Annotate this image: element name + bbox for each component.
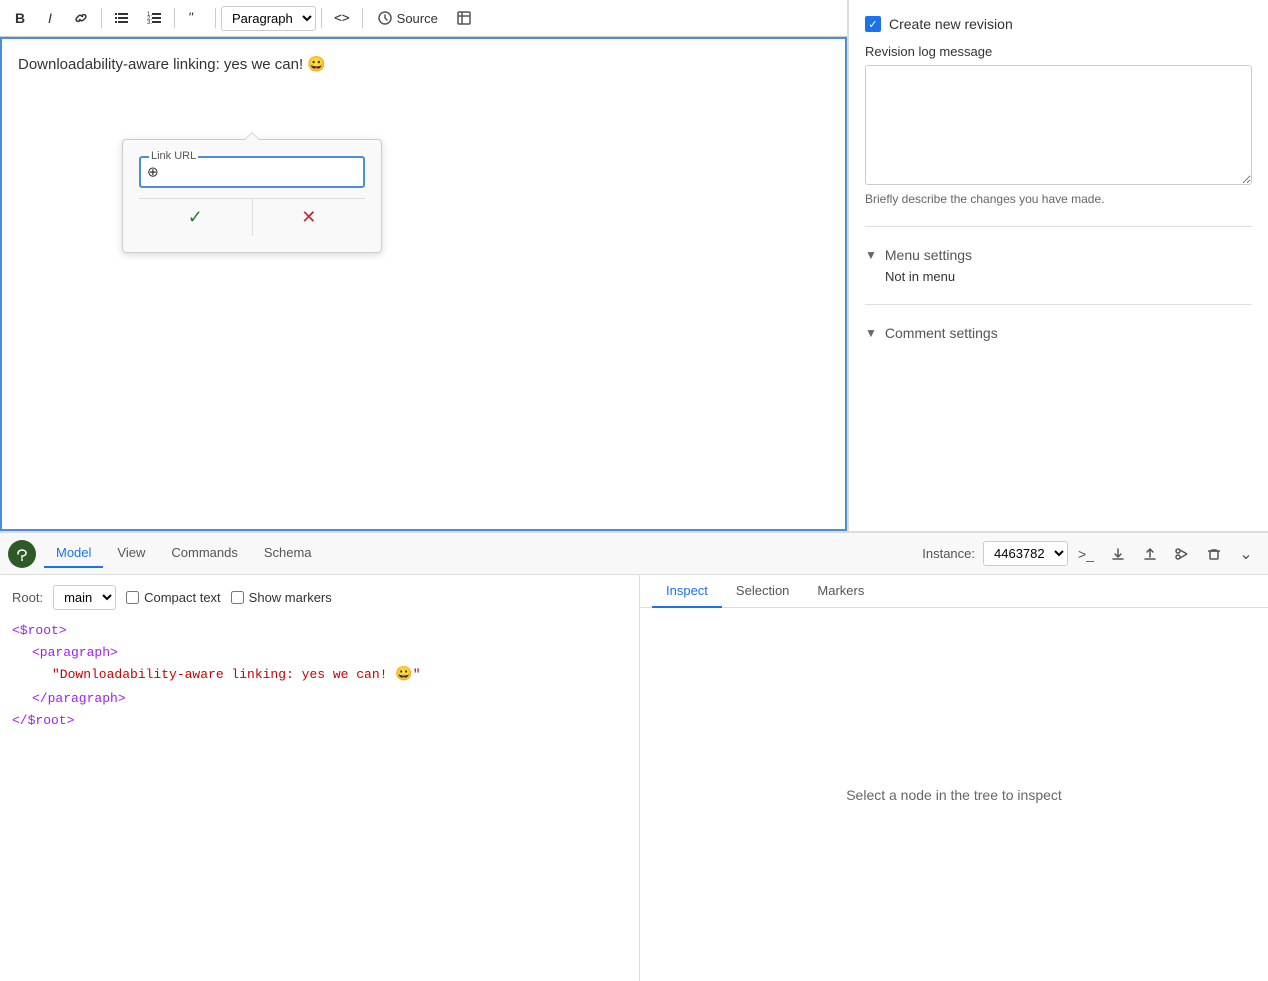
- toolbar-divider-1: [101, 8, 102, 28]
- bottom-toolbar: Model View Commands Schema Instance: 446…: [0, 533, 1268, 575]
- bullet-list-button[interactable]: [107, 4, 137, 32]
- link-url-input[interactable]: [149, 164, 355, 180]
- expand-icon: ⌄: [1239, 544, 1252, 564]
- inspect-tab-inspect[interactable]: Inspect: [652, 575, 722, 608]
- inspect-tabs: Inspect Selection Markers: [640, 575, 1268, 608]
- terminal-button[interactable]: >_: [1072, 540, 1100, 568]
- link-popup-actions: ✓ ✕: [139, 198, 365, 236]
- scissors-button[interactable]: [1168, 540, 1196, 568]
- link-url-field: Link URL ⊕: [139, 156, 365, 188]
- sidebar-divider-1: [865, 226, 1252, 227]
- toolbar-divider-2: [174, 8, 175, 28]
- instance-label: Instance:: [922, 546, 975, 561]
- sidebar-divider-2: [865, 304, 1252, 305]
- root-label: Root:: [12, 590, 43, 605]
- blockquote-button[interactable]: ": [180, 4, 210, 32]
- inspect-tab-markers[interactable]: Markers: [803, 575, 878, 608]
- source-label: Source: [397, 11, 438, 26]
- code-button[interactable]: <>: [327, 4, 357, 32]
- link-popup: Link URL ⊕ ✓ ✕: [122, 139, 382, 253]
- bold-button[interactable]: B: [6, 4, 34, 32]
- link-url-label: Link URL: [149, 150, 198, 162]
- show-markers-checkbox[interactable]: [231, 591, 244, 604]
- inspect-placeholder: Select a node in the tree to inspect: [846, 787, 1062, 803]
- emoji-inline: 😀: [395, 667, 412, 683]
- link-confirm-button[interactable]: ✓: [139, 199, 253, 236]
- editor-content-text: Downloadability-aware linking: yes we ca…: [18, 56, 326, 73]
- link-button[interactable]: [66, 4, 96, 32]
- create-revision-label: Create new revision: [889, 16, 1013, 32]
- tree-view: <$root> <paragraph> "Downloadability-awa…: [12, 620, 627, 732]
- editor-text: Downloadability-aware linking: yes we ca…: [18, 55, 829, 73]
- create-revision-section: ✓ Create new revision Revision log messa…: [865, 16, 1252, 206]
- menu-settings-title: Menu settings: [885, 247, 972, 263]
- create-revision-checkbox[interactable]: ✓: [865, 16, 881, 32]
- tree-panel: Root: main Compact text Show markers <$r…: [0, 575, 640, 981]
- prosemirror-icon: [8, 540, 36, 568]
- tab-view[interactable]: View: [105, 539, 157, 568]
- bottom-toolbar-right: Instance: 4463782 >_: [922, 540, 1260, 568]
- inspect-panel: Inspect Selection Markers Select a node …: [640, 575, 1268, 981]
- tab-commands[interactable]: Commands: [159, 539, 249, 568]
- tree-paragraph-open[interactable]: <paragraph>: [12, 642, 627, 664]
- source-button[interactable]: Source: [368, 5, 447, 31]
- expand-button[interactable]: ⌄: [1232, 540, 1260, 568]
- link-cancel-button[interactable]: ✕: [253, 199, 366, 236]
- right-sidebar: ✓ Create new revision Revision log messa…: [848, 0, 1268, 531]
- toolbar-divider-5: [362, 8, 363, 28]
- editor-content-area[interactable]: Downloadability-aware linking: yes we ca…: [0, 37, 847, 531]
- revision-log-label: Revision log message: [865, 44, 1252, 59]
- tab-model[interactable]: Model: [44, 539, 103, 568]
- inspect-tab-selection[interactable]: Selection: [722, 575, 803, 608]
- menu-settings-header[interactable]: ▼ Menu settings: [865, 243, 1252, 267]
- comment-settings-header[interactable]: ▼ Comment settings: [865, 321, 1252, 345]
- svg-text:3.: 3.: [147, 20, 152, 26]
- italic-button[interactable]: I: [36, 4, 64, 32]
- terminal-icon: >_: [1078, 546, 1094, 562]
- tab-schema[interactable]: Schema: [252, 539, 324, 568]
- compact-text-checkbox[interactable]: [126, 591, 139, 604]
- create-revision-row: ✓ Create new revision: [865, 16, 1252, 32]
- cursor-icon: ⊕: [147, 164, 159, 181]
- revision-hint: Briefly describe the changes you have ma…: [865, 192, 1252, 206]
- tree-root-close[interactable]: </$root>: [12, 710, 627, 732]
- toolbar-divider-4: [321, 8, 322, 28]
- toolbar-divider-3: [215, 8, 216, 28]
- trash-button[interactable]: [1200, 540, 1228, 568]
- tree-controls: Root: main Compact text Show markers: [12, 585, 627, 610]
- menu-settings-section: ▼ Menu settings Not in menu: [865, 243, 1252, 284]
- download-button[interactable]: [1104, 540, 1132, 568]
- menu-settings-chevron: ▼: [865, 248, 877, 262]
- tree-paragraph-close[interactable]: </paragraph>: [12, 688, 627, 710]
- comment-settings-title: Comment settings: [885, 325, 998, 341]
- main-area: B I 1. 2.: [0, 0, 1268, 531]
- compact-text-label[interactable]: Compact text: [126, 590, 221, 605]
- root-select[interactable]: main: [53, 585, 116, 610]
- bottom-panel: Model View Commands Schema Instance: 446…: [0, 531, 1268, 981]
- embed-button[interactable]: [449, 4, 479, 32]
- upload-button[interactable]: [1136, 540, 1164, 568]
- revision-log-textarea[interactable]: [865, 65, 1252, 185]
- tree-text-node[interactable]: "Downloadability-aware linking: yes we c…: [12, 664, 627, 688]
- bottom-content: Root: main Compact text Show markers <$r…: [0, 575, 1268, 981]
- paragraph-select[interactable]: Paragraph: [221, 6, 316, 31]
- editor-toolbar: B I 1. 2.: [0, 0, 847, 37]
- show-markers-label[interactable]: Show markers: [231, 590, 332, 605]
- comment-settings-chevron: ▼: [865, 326, 877, 340]
- editor-section: B I 1. 2.: [0, 0, 848, 531]
- ordered-list-button[interactable]: 1. 2. 3.: [139, 4, 169, 32]
- svg-text:": ": [188, 10, 194, 25]
- menu-not-in-menu: Not in menu: [885, 269, 1252, 284]
- comment-settings-section: ▼ Comment settings: [865, 321, 1252, 345]
- tree-root-open[interactable]: <$root>: [12, 620, 627, 642]
- instance-select[interactable]: 4463782: [983, 541, 1068, 566]
- inspect-content: Select a node in the tree to inspect: [640, 608, 1268, 981]
